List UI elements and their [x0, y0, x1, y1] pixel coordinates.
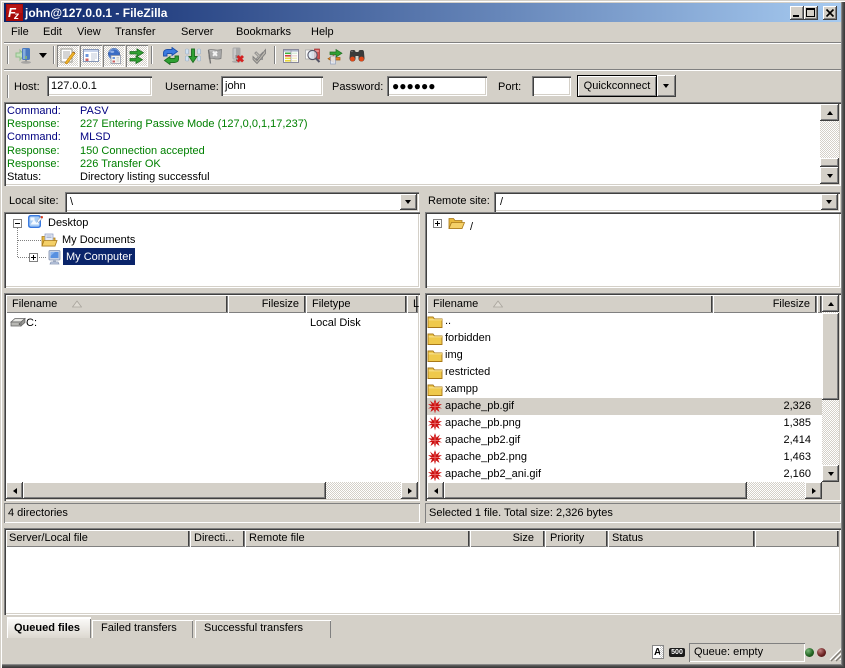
svg-text:z: z: [13, 11, 19, 21]
